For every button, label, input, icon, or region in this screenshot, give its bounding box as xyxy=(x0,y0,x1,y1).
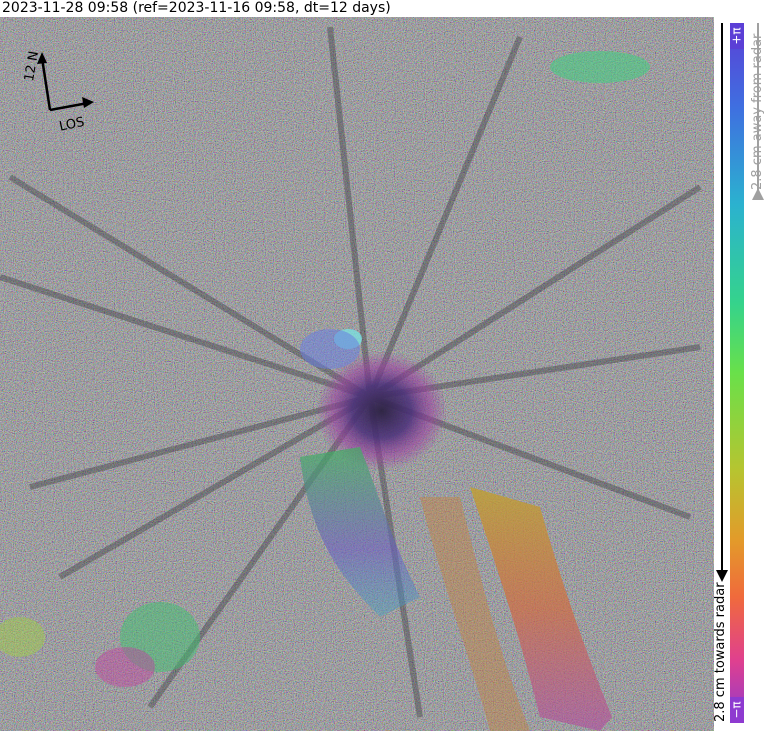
colorbar-gradient xyxy=(730,23,744,723)
north-los-compass: 12 N LOS xyxy=(18,50,98,140)
interferogram-image xyxy=(0,17,714,731)
towards-radar-label: 2.8 cm towards radar xyxy=(713,582,728,722)
colorbar-bottom-label: −π xyxy=(730,701,744,719)
colorbar-bottom-cap: −π xyxy=(730,697,744,723)
colorbar-top-cap: +π xyxy=(730,23,744,49)
away-from-radar-label: 2.8 cm away from radar xyxy=(750,33,764,190)
towards-arrow-icon xyxy=(716,570,728,582)
colorbar-top-label: +π xyxy=(730,27,744,45)
towards-bracket-line xyxy=(721,23,723,578)
image-title: 2023-11-28 09:58 (ref=2023-11-16 09:58, … xyxy=(2,0,391,16)
away-arrow-icon xyxy=(752,188,764,200)
phase-colorbar xyxy=(730,23,744,723)
